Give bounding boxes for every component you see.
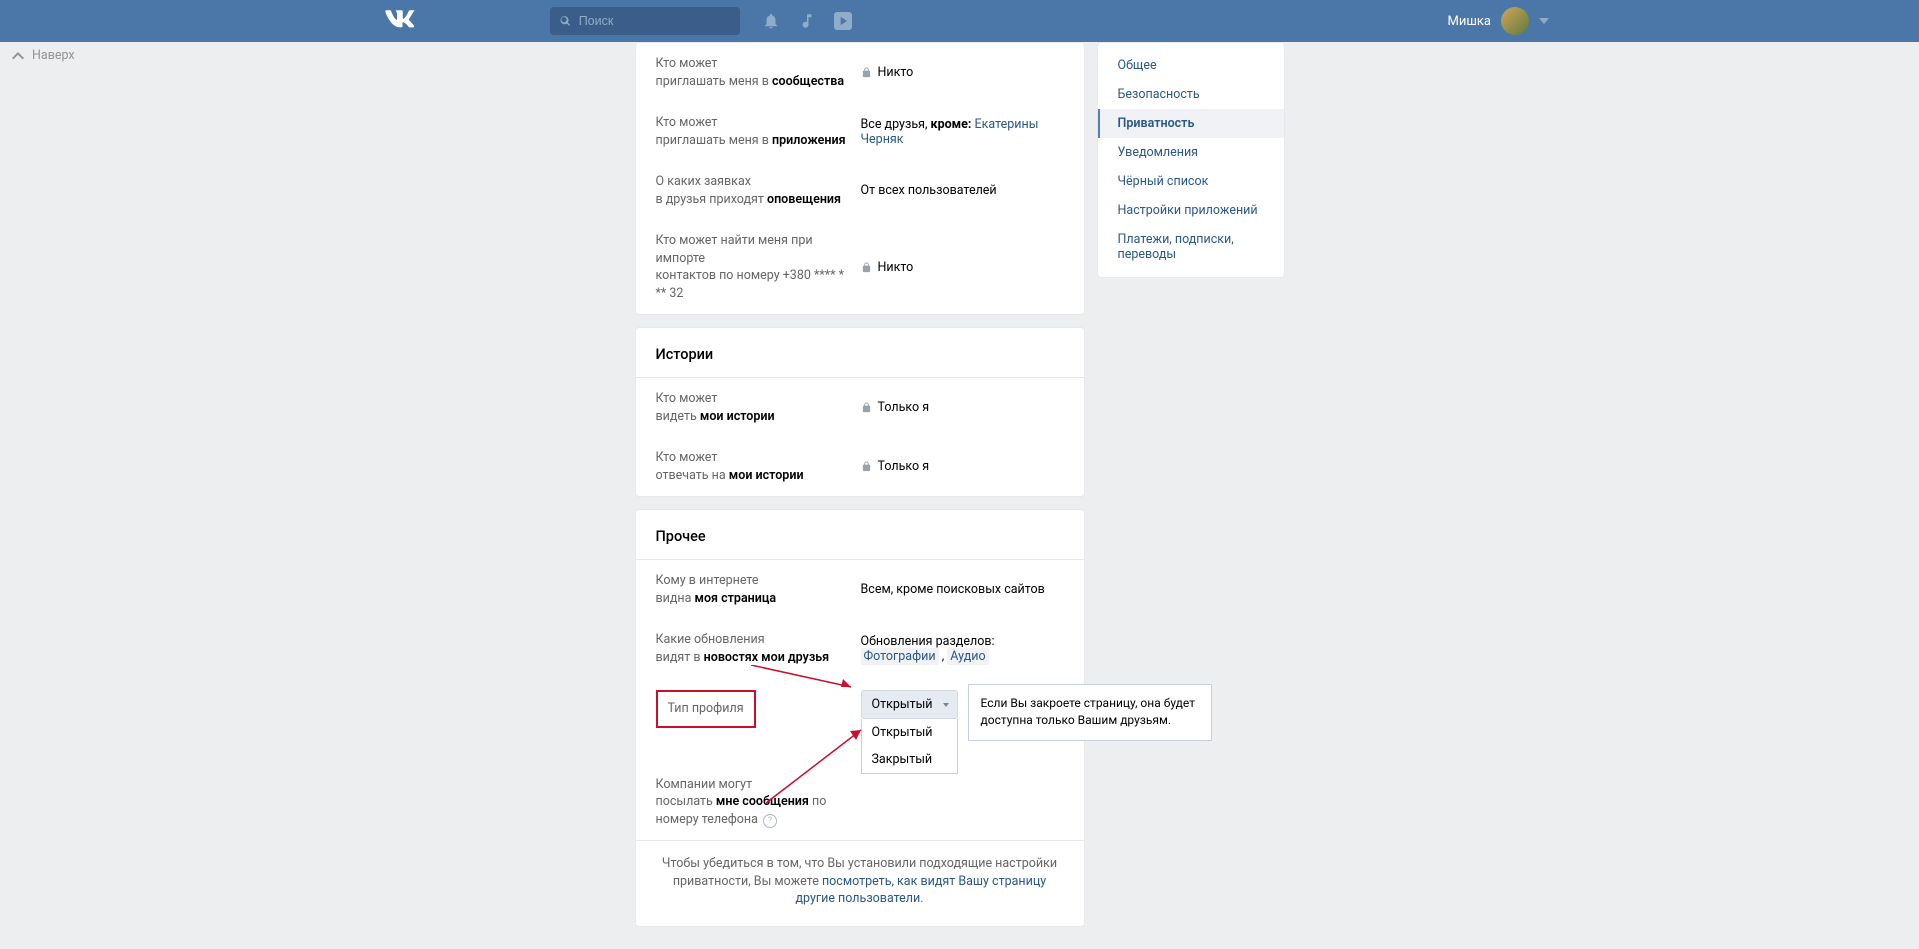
panel-invites: Кто может приглашать меня в сообщества Н…	[635, 42, 1085, 315]
panel-stories: Истории Кто может видеть мои истории Тол…	[635, 327, 1085, 497]
user-menu[interactable]: Мишка	[1448, 7, 1549, 35]
nav-item-3[interactable]: Уведомления	[1098, 138, 1284, 167]
nav-item-5[interactable]: Настройки приложений	[1098, 196, 1284, 225]
bell-icon[interactable]	[762, 12, 780, 30]
nav-item-1[interactable]: Безопасность	[1098, 80, 1284, 109]
setting-label: Компании могут посылать мне сообщения по…	[656, 776, 861, 829]
row-friend-requests[interactable]: О каких заявках в друзья приходят оповещ…	[656, 161, 1064, 220]
setting-value: Никто	[861, 55, 1064, 90]
row-reply-stories[interactable]: Кто может отвечать на мои истории Только…	[656, 437, 1064, 496]
dropdown-list: Открытый Закрытый	[861, 719, 958, 774]
annotation-highlight-box: Тип профиля	[656, 690, 756, 728]
nav-item-6[interactable]: Платежи, подписки, переводы	[1098, 225, 1284, 269]
back-to-top-label: Наверх	[32, 48, 75, 63]
setting-label: Кто может найти меня при импорте контакт…	[656, 232, 861, 302]
row-news-updates[interactable]: Какие обновления видят в новостях мои др…	[656, 619, 1064, 678]
setting-value: Все друзья, кроме: Екатерины Черняк	[861, 114, 1064, 149]
setting-value: Только я	[861, 449, 1064, 484]
row-page-visibility[interactable]: Кому в интернете видна моя страница Всем…	[656, 560, 1064, 619]
panel-other: Прочее Кому в интернете видна моя страни…	[635, 509, 1085, 927]
tag-audio[interactable]: Аудио	[947, 648, 988, 665]
settings-nav: ОбщееБезопасностьПриватностьУведомленияЧ…	[1097, 42, 1285, 278]
avatar	[1501, 7, 1529, 35]
row-invite-apps[interactable]: Кто может приглашать меня в приложения В…	[656, 102, 1064, 161]
nav-item-0[interactable]: Общее	[1098, 51, 1284, 80]
search-icon	[560, 15, 571, 27]
top-header: Мишка	[0, 0, 1919, 42]
preview-profile-link[interactable]: посмотреть, как видят Вашу страницу друг…	[795, 874, 1046, 907]
setting-label: Какие обновления видят в новостях мои др…	[656, 631, 861, 666]
row-company-messages[interactable]: Компании могут посылать мне сообщения по…	[656, 740, 1064, 841]
music-icon[interactable]	[798, 12, 816, 30]
vk-logo[interactable]	[385, 9, 415, 34]
setting-value: Обновления разделов: Фотографии , Аудио	[861, 631, 1064, 666]
lock-icon	[861, 461, 872, 472]
setting-value	[861, 776, 1064, 829]
dropdown-option-open[interactable]: Открытый	[862, 719, 957, 746]
profile-type-dropdown[interactable]: Открытый Открытый Закрытый Если Вы закро…	[861, 690, 958, 719]
setting-value: Всем, кроме поисковых сайтов	[861, 572, 1064, 607]
nav-item-4[interactable]: Чёрный список	[1098, 167, 1284, 196]
nav-item-2[interactable]: Приватность	[1098, 109, 1284, 138]
privacy-footer: Чтобы убедиться в том, что Вы установили…	[636, 840, 1084, 926]
setting-value: От всех пользователей	[861, 173, 1064, 208]
search-box[interactable]	[550, 7, 740, 35]
username: Мишка	[1448, 14, 1491, 29]
section-title-stories: Истории	[636, 328, 1084, 378]
setting-label: Кому в интернете видна моя страница	[656, 572, 861, 607]
setting-value: Только я	[861, 390, 1064, 425]
search-input[interactable]	[579, 14, 730, 28]
row-invite-communities[interactable]: Кто может приглашать меня в сообщества Н…	[656, 43, 1064, 102]
row-profile-type: Тип профиля Открытый Открытый Закрытый Е…	[656, 678, 1064, 740]
setting-label-profile-type: Тип профиля	[656, 690, 861, 728]
chevron-down-icon	[1539, 16, 1549, 26]
setting-value: Никто	[861, 232, 1064, 302]
setting-value: Открытый Открытый Закрытый Если Вы закро…	[861, 690, 1064, 719]
lock-icon	[861, 67, 872, 78]
profile-type-tooltip: Если Вы закроете страницу, она будет дос…	[968, 684, 1212, 741]
setting-label: Кто может видеть мои истории	[656, 390, 861, 425]
dropdown-option-closed[interactable]: Закрытый	[862, 746, 957, 773]
setting-label: Кто может приглашать меня в приложения	[656, 114, 861, 149]
setting-label: О каких заявках в друзья приходят оповещ…	[656, 173, 861, 208]
back-to-top[interactable]: Наверх	[12, 48, 75, 63]
setting-label: Кто может отвечать на мои истории	[656, 449, 861, 484]
row-find-by-phone[interactable]: Кто может найти меня при импорте контакт…	[656, 220, 1064, 314]
dropdown-button[interactable]: Открытый	[861, 690, 958, 719]
setting-label: Кто может приглашать меня в сообщества	[656, 55, 861, 90]
lock-icon	[861, 262, 872, 273]
header-icons	[762, 12, 852, 30]
video-icon[interactable]	[834, 12, 852, 30]
section-title-other: Прочее	[636, 510, 1084, 560]
tag-photos[interactable]: Фотографии	[861, 648, 939, 665]
lock-icon	[861, 402, 872, 413]
row-see-stories[interactable]: Кто может видеть мои истории Только я	[656, 378, 1064, 437]
help-icon[interactable]: ?	[763, 814, 777, 828]
